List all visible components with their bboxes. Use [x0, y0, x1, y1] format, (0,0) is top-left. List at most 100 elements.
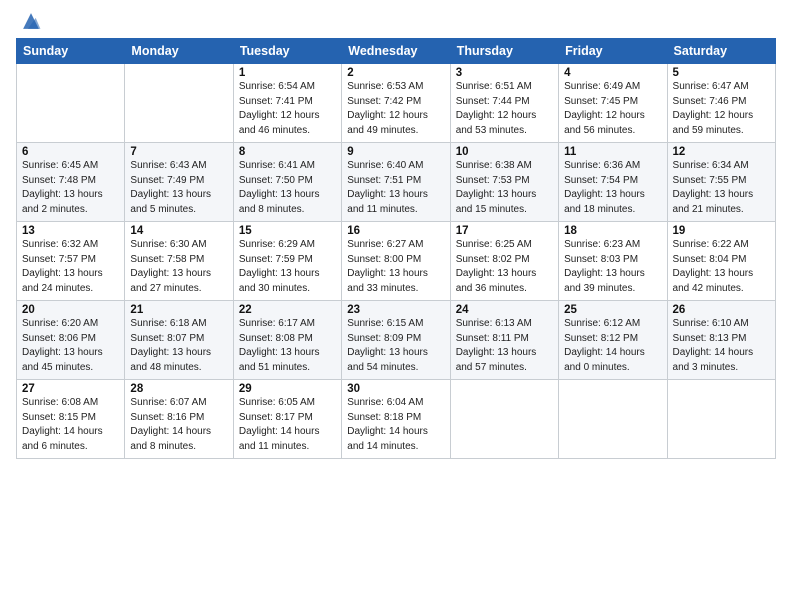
calendar-cell: 6Sunrise: 6:45 AM Sunset: 7:48 PM Daylig…	[17, 143, 125, 222]
day-number: 7	[130, 146, 227, 158]
day-info: Sunrise: 6:12 AM Sunset: 8:12 PM Dayligh…	[564, 317, 661, 375]
calendar-cell: 20Sunrise: 6:20 AM Sunset: 8:06 PM Dayli…	[17, 301, 125, 380]
day-info: Sunrise: 6:08 AM Sunset: 8:15 PM Dayligh…	[22, 396, 119, 454]
calendar-cell: 25Sunrise: 6:12 AM Sunset: 8:12 PM Dayli…	[559, 301, 667, 380]
day-info: Sunrise: 6:45 AM Sunset: 7:48 PM Dayligh…	[22, 159, 119, 217]
day-info: Sunrise: 6:22 AM Sunset: 8:04 PM Dayligh…	[673, 238, 770, 296]
calendar-cell: 27Sunrise: 6:08 AM Sunset: 8:15 PM Dayli…	[17, 380, 125, 459]
day-number: 14	[130, 225, 227, 237]
day-number: 6	[22, 146, 119, 158]
logo	[16, 10, 42, 32]
calendar-cell	[559, 380, 667, 459]
calendar-cell: 15Sunrise: 6:29 AM Sunset: 7:59 PM Dayli…	[233, 222, 341, 301]
calendar-cell: 13Sunrise: 6:32 AM Sunset: 7:57 PM Dayli…	[17, 222, 125, 301]
calendar-cell: 4Sunrise: 6:49 AM Sunset: 7:45 PM Daylig…	[559, 64, 667, 143]
day-number: 28	[130, 383, 227, 395]
calendar-week-row: 27Sunrise: 6:08 AM Sunset: 8:15 PM Dayli…	[17, 380, 776, 459]
day-info: Sunrise: 6:53 AM Sunset: 7:42 PM Dayligh…	[347, 80, 444, 138]
calendar-cell	[450, 380, 558, 459]
day-number: 18	[564, 225, 661, 237]
calendar-header-row: SundayMondayTuesdayWednesdayThursdayFrid…	[17, 39, 776, 64]
day-number: 4	[564, 67, 661, 79]
day-number: 30	[347, 383, 444, 395]
day-info: Sunrise: 6:40 AM Sunset: 7:51 PM Dayligh…	[347, 159, 444, 217]
calendar-cell: 12Sunrise: 6:34 AM Sunset: 7:55 PM Dayli…	[667, 143, 775, 222]
calendar-cell	[667, 380, 775, 459]
calendar-cell: 3Sunrise: 6:51 AM Sunset: 7:44 PM Daylig…	[450, 64, 558, 143]
day-number: 16	[347, 225, 444, 237]
calendar-cell: 23Sunrise: 6:15 AM Sunset: 8:09 PM Dayli…	[342, 301, 450, 380]
day-info: Sunrise: 6:04 AM Sunset: 8:18 PM Dayligh…	[347, 396, 444, 454]
calendar-week-row: 20Sunrise: 6:20 AM Sunset: 8:06 PM Dayli…	[17, 301, 776, 380]
day-number: 17	[456, 225, 553, 237]
day-info: Sunrise: 6:32 AM Sunset: 7:57 PM Dayligh…	[22, 238, 119, 296]
calendar-cell: 30Sunrise: 6:04 AM Sunset: 8:18 PM Dayli…	[342, 380, 450, 459]
calendar-cell: 16Sunrise: 6:27 AM Sunset: 8:00 PM Dayli…	[342, 222, 450, 301]
day-info: Sunrise: 6:43 AM Sunset: 7:49 PM Dayligh…	[130, 159, 227, 217]
calendar-cell: 29Sunrise: 6:05 AM Sunset: 8:17 PM Dayli…	[233, 380, 341, 459]
day-info: Sunrise: 6:27 AM Sunset: 8:00 PM Dayligh…	[347, 238, 444, 296]
calendar-cell: 9Sunrise: 6:40 AM Sunset: 7:51 PM Daylig…	[342, 143, 450, 222]
day-info: Sunrise: 6:23 AM Sunset: 8:03 PM Dayligh…	[564, 238, 661, 296]
day-number: 24	[456, 304, 553, 316]
day-info: Sunrise: 6:05 AM Sunset: 8:17 PM Dayligh…	[239, 396, 336, 454]
day-info: Sunrise: 6:07 AM Sunset: 8:16 PM Dayligh…	[130, 396, 227, 454]
calendar-cell: 2Sunrise: 6:53 AM Sunset: 7:42 PM Daylig…	[342, 64, 450, 143]
calendar-day-header: Thursday	[450, 39, 558, 64]
calendar-week-row: 6Sunrise: 6:45 AM Sunset: 7:48 PM Daylig…	[17, 143, 776, 222]
day-number: 21	[130, 304, 227, 316]
logo-icon	[20, 10, 42, 32]
calendar-day-header: Monday	[125, 39, 233, 64]
calendar-week-row: 13Sunrise: 6:32 AM Sunset: 7:57 PM Dayli…	[17, 222, 776, 301]
calendar-cell: 8Sunrise: 6:41 AM Sunset: 7:50 PM Daylig…	[233, 143, 341, 222]
day-number: 9	[347, 146, 444, 158]
day-info: Sunrise: 6:47 AM Sunset: 7:46 PM Dayligh…	[673, 80, 770, 138]
day-number: 20	[22, 304, 119, 316]
calendar-cell	[17, 64, 125, 143]
day-number: 29	[239, 383, 336, 395]
day-number: 25	[564, 304, 661, 316]
calendar-cell: 17Sunrise: 6:25 AM Sunset: 8:02 PM Dayli…	[450, 222, 558, 301]
day-number: 2	[347, 67, 444, 79]
day-info: Sunrise: 6:17 AM Sunset: 8:08 PM Dayligh…	[239, 317, 336, 375]
header	[16, 10, 776, 32]
day-info: Sunrise: 6:10 AM Sunset: 8:13 PM Dayligh…	[673, 317, 770, 375]
day-info: Sunrise: 6:18 AM Sunset: 8:07 PM Dayligh…	[130, 317, 227, 375]
calendar-cell: 18Sunrise: 6:23 AM Sunset: 8:03 PM Dayli…	[559, 222, 667, 301]
day-number: 26	[673, 304, 770, 316]
calendar-cell: 11Sunrise: 6:36 AM Sunset: 7:54 PM Dayli…	[559, 143, 667, 222]
day-info: Sunrise: 6:34 AM Sunset: 7:55 PM Dayligh…	[673, 159, 770, 217]
day-info: Sunrise: 6:25 AM Sunset: 8:02 PM Dayligh…	[456, 238, 553, 296]
day-number: 27	[22, 383, 119, 395]
calendar-cell	[125, 64, 233, 143]
day-number: 23	[347, 304, 444, 316]
day-number: 22	[239, 304, 336, 316]
calendar-cell: 5Sunrise: 6:47 AM Sunset: 7:46 PM Daylig…	[667, 64, 775, 143]
day-info: Sunrise: 6:20 AM Sunset: 8:06 PM Dayligh…	[22, 317, 119, 375]
calendar-cell: 7Sunrise: 6:43 AM Sunset: 7:49 PM Daylig…	[125, 143, 233, 222]
calendar-cell: 26Sunrise: 6:10 AM Sunset: 8:13 PM Dayli…	[667, 301, 775, 380]
day-info: Sunrise: 6:38 AM Sunset: 7:53 PM Dayligh…	[456, 159, 553, 217]
calendar-day-header: Sunday	[17, 39, 125, 64]
day-number: 12	[673, 146, 770, 158]
day-info: Sunrise: 6:51 AM Sunset: 7:44 PM Dayligh…	[456, 80, 553, 138]
calendar-day-header: Wednesday	[342, 39, 450, 64]
day-info: Sunrise: 6:29 AM Sunset: 7:59 PM Dayligh…	[239, 238, 336, 296]
calendar-cell: 24Sunrise: 6:13 AM Sunset: 8:11 PM Dayli…	[450, 301, 558, 380]
calendar-cell: 28Sunrise: 6:07 AM Sunset: 8:16 PM Dayli…	[125, 380, 233, 459]
day-info: Sunrise: 6:41 AM Sunset: 7:50 PM Dayligh…	[239, 159, 336, 217]
day-info: Sunrise: 6:13 AM Sunset: 8:11 PM Dayligh…	[456, 317, 553, 375]
calendar-day-header: Tuesday	[233, 39, 341, 64]
page: SundayMondayTuesdayWednesdayThursdayFrid…	[0, 0, 792, 612]
day-number: 11	[564, 146, 661, 158]
day-number: 8	[239, 146, 336, 158]
calendar-day-header: Friday	[559, 39, 667, 64]
calendar-cell: 19Sunrise: 6:22 AM Sunset: 8:04 PM Dayli…	[667, 222, 775, 301]
calendar-cell: 21Sunrise: 6:18 AM Sunset: 8:07 PM Dayli…	[125, 301, 233, 380]
calendar-day-header: Saturday	[667, 39, 775, 64]
day-info: Sunrise: 6:30 AM Sunset: 7:58 PM Dayligh…	[130, 238, 227, 296]
day-info: Sunrise: 6:49 AM Sunset: 7:45 PM Dayligh…	[564, 80, 661, 138]
calendar-cell: 22Sunrise: 6:17 AM Sunset: 8:08 PM Dayli…	[233, 301, 341, 380]
day-number: 10	[456, 146, 553, 158]
day-number: 13	[22, 225, 119, 237]
